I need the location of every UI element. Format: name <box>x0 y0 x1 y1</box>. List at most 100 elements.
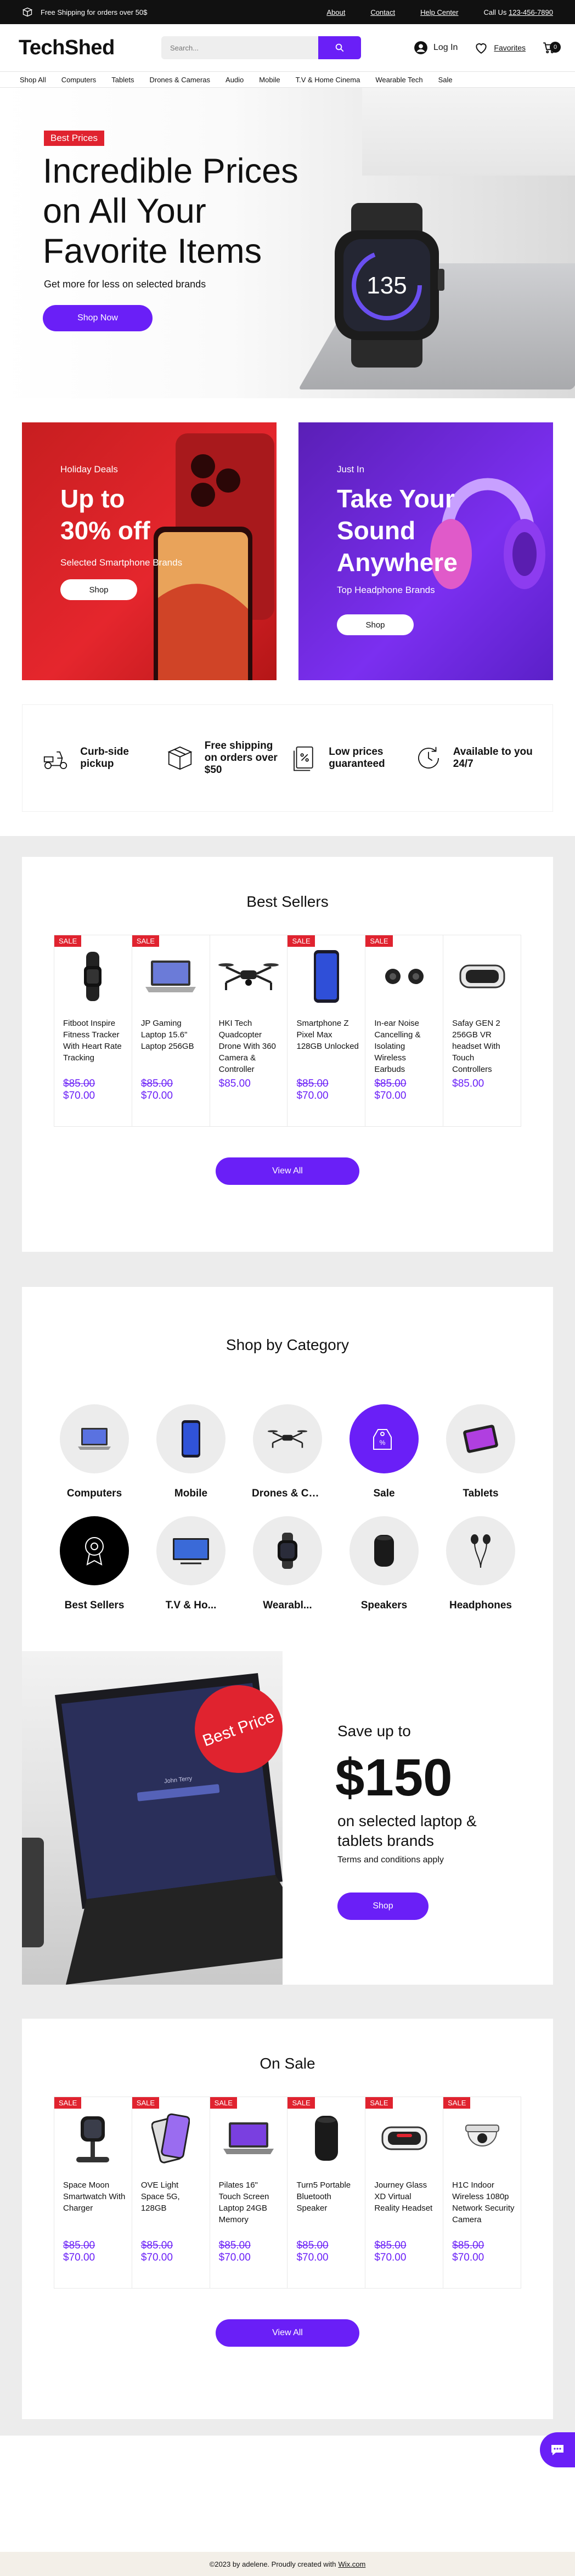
help-center-link[interactable]: Help Center <box>420 8 458 16</box>
category-mobile[interactable]: Mobile <box>143 1404 239 1500</box>
product-card[interactable]: SALE Journey Glass XD Virtual Reality He… <box>365 2097 444 2289</box>
banner-amount: $150 <box>335 1748 453 1807</box>
product-name: H1C Indoor Wireless 1080p Network Securi… <box>452 2180 515 2224</box>
nav-sale[interactable]: Sale <box>438 76 453 84</box>
promo-subtitle: Top Headphone Brands <box>337 585 435 595</box>
footer-wix-link[interactable]: Wix.com <box>338 2560 365 2568</box>
hero-subtitle: Get more for less on selected brands <box>44 279 206 290</box>
product-card[interactable]: SALE JP Gaming Laptop 15.6" Laptop 256GB… <box>132 935 210 1127</box>
product-name: Safay GEN 2 256GB VR headset With Touch … <box>452 1019 500 1074</box>
nav-tablets[interactable]: Tablets <box>111 76 134 84</box>
earphones-icon <box>471 1534 491 1568</box>
feature-item: Low prices guaranteed <box>289 743 410 773</box>
categories-section: Shop by Category Computers Mobile Drones… <box>22 1287 553 1651</box>
hero-title: Incredible Prices on All Your Favorite I… <box>43 152 298 270</box>
category-label: Speakers <box>360 1600 408 1611</box>
product-old-price: $85.00 <box>452 2240 484 2251</box>
cart-button[interactable]: 0 <box>542 41 561 55</box>
hero-background-device <box>362 88 575 176</box>
product-card[interactable]: SALE Smartphone Z Pixel Max 128GB Unlock… <box>288 935 366 1127</box>
tv-icon <box>173 1538 209 1564</box>
feature-item: Available to you 24/7 <box>414 743 534 773</box>
feature-item: Curb-side pickup <box>41 743 161 773</box>
feature-label: Free shipping on orders over $50 <box>204 740 278 776</box>
product-name: Smartphone Z Pixel Max 128GB Unlocked <box>296 1019 359 1051</box>
footer-text: ©2023 by adelene. Proudly created with <box>209 2560 336 2568</box>
shop-headphones-button[interactable]: Shop <box>337 614 414 635</box>
category-tv-home[interactable]: T.V & Ho... <box>143 1516 239 1612</box>
categories-title: Shop by Category <box>226 1336 349 1353</box>
feature-label: Curb-side pickup <box>80 746 129 770</box>
category-best-sellers[interactable]: Best Sellers <box>46 1516 143 1612</box>
category-tablets[interactable]: Tablets <box>432 1404 529 1500</box>
product-card[interactable]: HKI Tech Quadcopter Drone With 360 Camer… <box>210 935 288 1127</box>
shop-smartphones-button[interactable]: Shop <box>60 579 137 600</box>
product-name: JP Gaming Laptop 15.6" Laptop 256GB <box>140 1019 194 1051</box>
favorites-button[interactable]: Favorites <box>474 41 526 55</box>
category-label: Sale <box>373 1488 395 1499</box>
product-old-price: $85.00 <box>218 2240 251 2251</box>
hero-banner: 135 Best Prices Incredible Prices on All… <box>0 88 575 398</box>
product-card[interactable]: Safay GEN 2 256GB VR headset With Touch … <box>443 935 521 1127</box>
contact-link[interactable]: Contact <box>370 8 395 16</box>
nav-tv-home-cinema[interactable]: T.V & Home Cinema <box>296 76 360 84</box>
box-icon <box>22 7 33 17</box>
category-sale[interactable]: % Sale <box>336 1404 432 1500</box>
product-name: Turn5 Portable Bluetooth Speaker <box>296 2180 351 2213</box>
product-card[interactable]: SALE Space Moon Smartwatch With Charger … <box>54 2097 132 2289</box>
nav-audio[interactable]: Audio <box>226 76 244 84</box>
laptop-icon <box>223 2122 274 2154</box>
price-tag-icon: % <box>373 1429 392 1450</box>
category-label: Wearabl... <box>263 1600 312 1611</box>
best-sellers-grid: SALE Fitboot Inspire Fitness Tracker Wit… <box>54 935 521 1127</box>
product-card[interactable]: SALE H1C Indoor Wireless 1080p Network S… <box>443 2097 521 2289</box>
chat-button[interactable] <box>540 2432 575 2467</box>
sale-badge: SALE <box>54 935 82 947</box>
product-card[interactable]: SALE In-ear Noise Cancelling & Isolating… <box>365 935 444 1127</box>
product-card[interactable]: SALE Pilates 16" Touch Screen Laptop 24G… <box>210 2097 288 2289</box>
login-button[interactable]: Log In <box>414 41 458 55</box>
category-circle <box>349 1516 419 1585</box>
on-sale-section: On Sale SALE Space Moon Smartwatch With … <box>22 2019 553 2419</box>
product-price: $70.00 <box>452 2252 484 2263</box>
banner-shop-button[interactable]: Shop <box>337 1893 429 1920</box>
category-drones-cameras[interactable]: Drones & Cameras <box>239 1404 336 1500</box>
nav-wearable-tech[interactable]: Wearable Tech <box>375 76 422 84</box>
category-computers[interactable]: Computers <box>46 1404 143 1500</box>
nav-drones-cameras[interactable]: Drones & Cameras <box>149 76 210 84</box>
award-icon <box>85 1537 104 1566</box>
nav-computers[interactable]: Computers <box>61 76 97 84</box>
best-sellers-title: Best Sellers <box>246 893 329 910</box>
product-old-price: $85.00 <box>296 1078 329 1089</box>
nav-shop-all[interactable]: Shop All <box>20 76 46 84</box>
product-card[interactable]: SALE Fitboot Inspire Fitness Tracker Wit… <box>54 935 132 1127</box>
holiday-deals-card[interactable]: Holiday Deals Up to 30% off Selected Smar… <box>22 422 277 680</box>
product-old-price: $85.00 <box>374 1078 407 1089</box>
box-icon <box>167 746 193 770</box>
product-price: $70.00 <box>140 1090 173 1101</box>
nav-mobile[interactable]: Mobile <box>259 76 280 84</box>
search-input[interactable] <box>161 36 318 59</box>
promo-title: Up to 30% off <box>60 483 150 546</box>
drone-icon <box>267 1430 308 1448</box>
category-label: Mobile <box>174 1488 208 1499</box>
sale-badge: SALE <box>210 2097 237 2109</box>
headphones-card[interactable]: Just In Take Your Sound Anywhere Top Headp… <box>298 422 553 680</box>
category-wearable[interactable]: Wearabl... <box>239 1516 336 1612</box>
category-circle <box>253 1404 322 1473</box>
promo-subtitle: Selected Smartphone Brands <box>60 557 183 568</box>
product-card[interactable]: SALE OVE Light Space 5G, 128GB $85.00 $7… <box>132 2097 210 2289</box>
promo-title-line: Sound <box>337 516 416 545</box>
category-speakers[interactable]: Speakers <box>336 1516 432 1612</box>
about-link[interactable]: About <box>326 8 345 16</box>
search-button[interactable] <box>318 36 361 59</box>
promo-title: Take Your Sound Anywhere <box>337 483 458 578</box>
site-logo[interactable]: TechShed <box>19 36 145 60</box>
best-sellers-view-all-button[interactable]: View All <box>216 1157 359 1185</box>
product-card[interactable]: SALE Turn5 Portable Bluetooth Speaker $8… <box>288 2097 366 2289</box>
category-headphones[interactable]: Headphones <box>432 1516 529 1612</box>
on-sale-view-all-button[interactable]: View All <box>216 2319 359 2347</box>
phone-link[interactable]: Call Us 123-456-7890 <box>484 8 554 16</box>
shop-now-button[interactable]: Shop Now <box>43 305 153 331</box>
announcement-bar: Free Shipping for orders over 50$ About … <box>0 0 575 24</box>
